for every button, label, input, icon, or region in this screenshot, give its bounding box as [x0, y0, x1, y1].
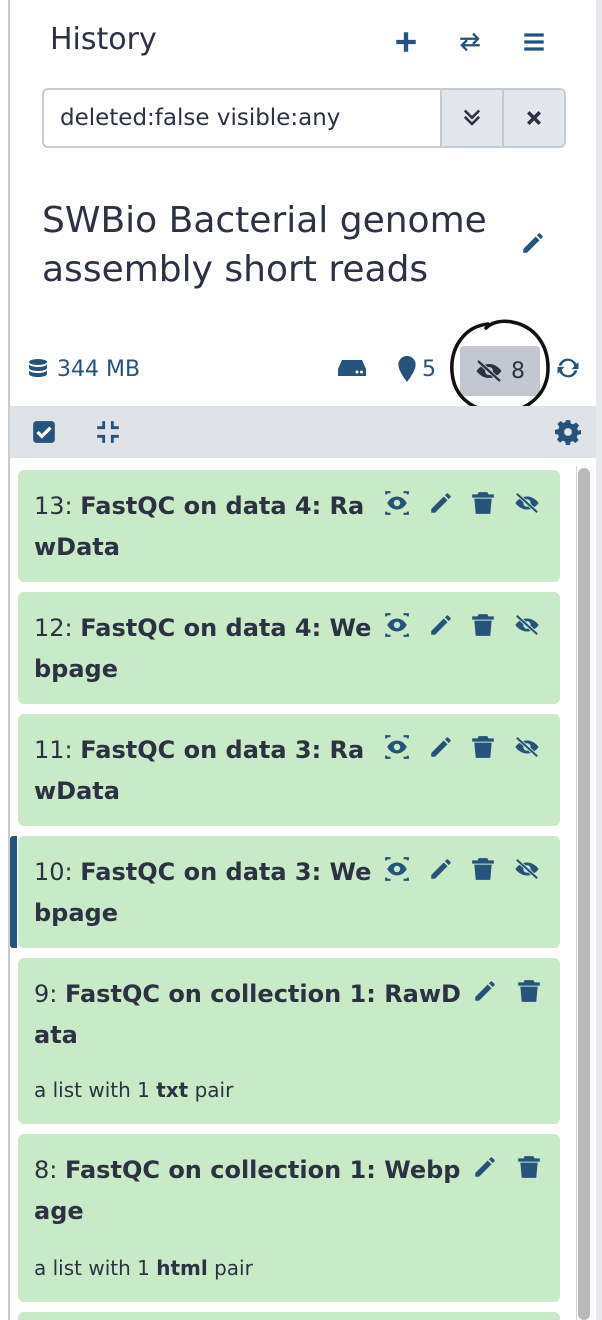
times-icon — [527, 111, 541, 125]
refresh-button[interactable] — [554, 354, 582, 382]
trash-icon — [518, 980, 540, 1002]
eye-slash-icon — [515, 492, 539, 514]
eye-slash-icon — [476, 359, 502, 383]
select-items-button[interactable] — [28, 416, 60, 448]
delete-button[interactable] — [466, 486, 500, 520]
display-button[interactable] — [380, 608, 414, 642]
collection-summary: a list with 1 html pair — [34, 1256, 253, 1280]
history-item[interactable] — [18, 1312, 560, 1320]
map-marker-icon — [398, 356, 416, 382]
trash-icon — [472, 614, 494, 636]
eye-icon — [385, 613, 409, 637]
plus-icon — [396, 32, 416, 52]
history-item[interactable]: 10: FastQC on data 3: Webpage — [10, 836, 560, 948]
create-history-button[interactable] — [386, 24, 426, 60]
edit-button[interactable] — [468, 1150, 502, 1184]
bars-icon — [524, 33, 544, 51]
clear-filter-button[interactable] — [502, 90, 564, 146]
storage-button[interactable] — [338, 358, 366, 378]
filter-input[interactable] — [44, 90, 440, 146]
edit-button[interactable] — [468, 974, 502, 1008]
unhide-button[interactable] — [510, 730, 544, 764]
history-item[interactable]: 13: FastQC on data 4: RawData — [18, 470, 560, 582]
database-icon — [29, 359, 47, 377]
compress-icon — [97, 421, 119, 443]
item-title: 12: FastQC on data 4: Webpage — [34, 614, 372, 683]
exchange-icon — [460, 32, 480, 52]
trash-icon — [472, 492, 494, 514]
list-settings-button[interactable] — [552, 416, 584, 448]
history-item[interactable]: 12: FastQC on data 4: Webpage — [18, 592, 560, 704]
edit-button[interactable] — [424, 730, 458, 764]
trash-icon — [518, 1156, 540, 1178]
delete-button[interactable] — [466, 608, 500, 642]
history-size[interactable]: 344 MB — [26, 356, 140, 382]
scrollbar-thumb[interactable] — [578, 468, 590, 1320]
hidden-count: 8 — [511, 358, 525, 384]
item-title: 13: FastQC on data 4: RawData — [34, 492, 365, 561]
history-filter — [42, 88, 566, 148]
pencil-icon — [431, 493, 451, 513]
collapse-items-button[interactable] — [92, 416, 124, 448]
advanced-filter-button[interactable] — [440, 90, 502, 146]
trash-icon — [472, 858, 494, 880]
history-collection-item[interactable]: 9: FastQC on collection 1: RawData a lis… — [18, 958, 560, 1124]
shown-count: 5 — [422, 356, 436, 382]
history-items-list: 13: FastQC on data 4: RawData 12: FastQC… — [10, 458, 596, 1320]
unhide-button[interactable] — [510, 852, 544, 886]
shown-count-button[interactable]: 5 — [398, 356, 436, 382]
history-options-button[interactable] — [514, 24, 554, 60]
pencil-icon — [431, 737, 451, 757]
eye-slash-icon — [515, 614, 539, 636]
switch-history-button[interactable] — [450, 24, 490, 60]
angle-double-down-icon — [463, 109, 481, 126]
check-square-icon — [33, 421, 55, 443]
eye-slash-icon — [515, 736, 539, 758]
history-item[interactable]: 11: FastQC on data 3: RawData — [18, 714, 560, 826]
pencil-icon — [431, 615, 451, 635]
pencil-icon — [431, 859, 451, 879]
display-button[interactable] — [380, 486, 414, 520]
display-button[interactable] — [380, 730, 414, 764]
unhide-button[interactable] — [510, 608, 544, 642]
item-title: 10: FastQC on data 3: Webpage — [34, 858, 372, 927]
hdd-icon — [338, 360, 366, 376]
delete-button[interactable] — [466, 730, 500, 764]
trash-icon — [472, 736, 494, 758]
eye-slash-icon — [515, 858, 539, 880]
eye-icon — [385, 735, 409, 759]
edit-button[interactable] — [424, 486, 458, 520]
panel-title: History — [50, 22, 157, 57]
pencil-icon — [475, 1157, 495, 1177]
delete-button[interactable] — [512, 974, 546, 1008]
eye-icon — [385, 857, 409, 881]
pencil-icon — [523, 233, 543, 253]
unhide-button[interactable] — [510, 486, 544, 520]
gear-icon — [555, 420, 581, 445]
history-collection-item[interactable]: 8: FastQC on collection 1: Webpage a lis… — [18, 1134, 560, 1302]
item-title: 11: FastQC on data 3: RawData — [34, 736, 365, 805]
list-toolbar — [10, 406, 596, 458]
edit-button[interactable] — [424, 608, 458, 642]
hidden-count-button[interactable]: 8 — [460, 346, 540, 396]
item-title: 9: FastQC on collection 1: RawData — [34, 980, 461, 1049]
collection-summary: a list with 1 txt pair — [34, 1078, 234, 1102]
edit-button[interactable] — [424, 852, 458, 886]
panel-right-border — [596, 0, 602, 1320]
history-name: SWBio Bacterial genome assembly short re… — [42, 200, 487, 290]
display-button[interactable] — [380, 852, 414, 886]
delete-button[interactable] — [512, 1150, 546, 1184]
pencil-icon — [475, 981, 495, 1001]
edit-history-name-button[interactable] — [514, 224, 552, 262]
sync-icon — [557, 358, 579, 378]
delete-button[interactable] — [466, 852, 500, 886]
history-size-label: 344 MB — [57, 356, 141, 382]
eye-icon — [385, 491, 409, 515]
item-title: 8: FastQC on collection 1: Webpage — [34, 1156, 461, 1225]
